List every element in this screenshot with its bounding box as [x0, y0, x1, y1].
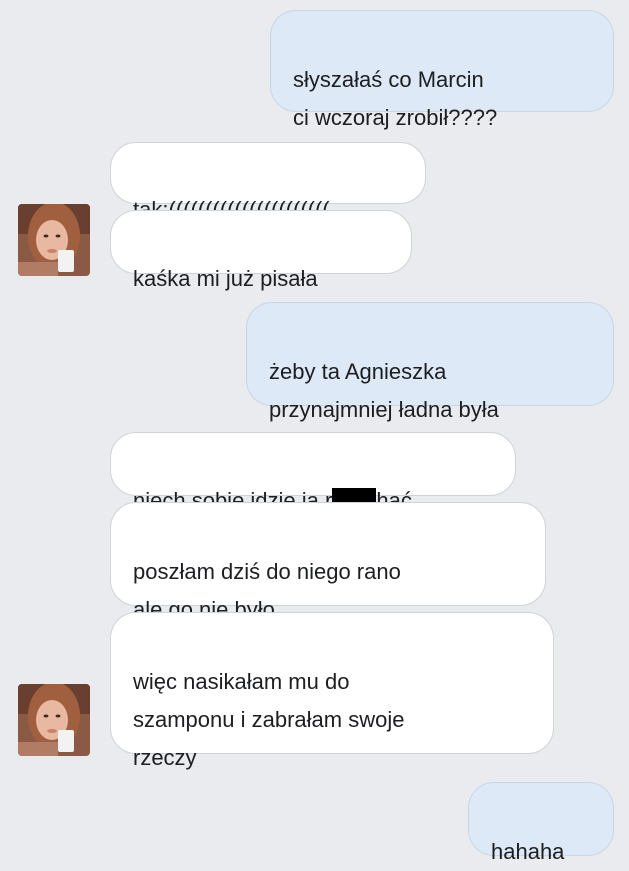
message-text: żeby ta Agnieszka przynajmniej ładna był…	[269, 359, 499, 422]
user-photo-icon	[18, 684, 90, 756]
message-text: hahaha	[491, 839, 565, 864]
message-bubble-sent: żeby ta Agnieszka przynajmniej ładna był…	[246, 302, 614, 422]
avatar[interactable]	[18, 204, 90, 276]
message-bubble-received: niech sobie idzie ja r hać	[110, 432, 516, 513]
message-text: kaśka mi już pisała	[133, 266, 318, 291]
message-bubble-received: więc nasikałam mu do szamponu i zabrałam…	[110, 612, 554, 770]
message-text: więc nasikałam mu do szamponu i zabrałam…	[133, 669, 405, 770]
message-bubble-received: poszłam dziś do niego rano ale go nie by…	[110, 502, 546, 622]
avatar[interactable]	[18, 684, 90, 756]
message-bubble-sent: słyszałaś co Marcin ci wczoraj zrobił???…	[270, 10, 614, 130]
message-bubble-received: tak:((((((((((((((((((((((	[110, 142, 426, 222]
message-bubble-received: kaśka mi już pisała	[110, 210, 412, 291]
message-text: słyszałaś co Marcin ci wczoraj zrobił???…	[293, 67, 498, 130]
user-photo-icon	[18, 204, 90, 276]
